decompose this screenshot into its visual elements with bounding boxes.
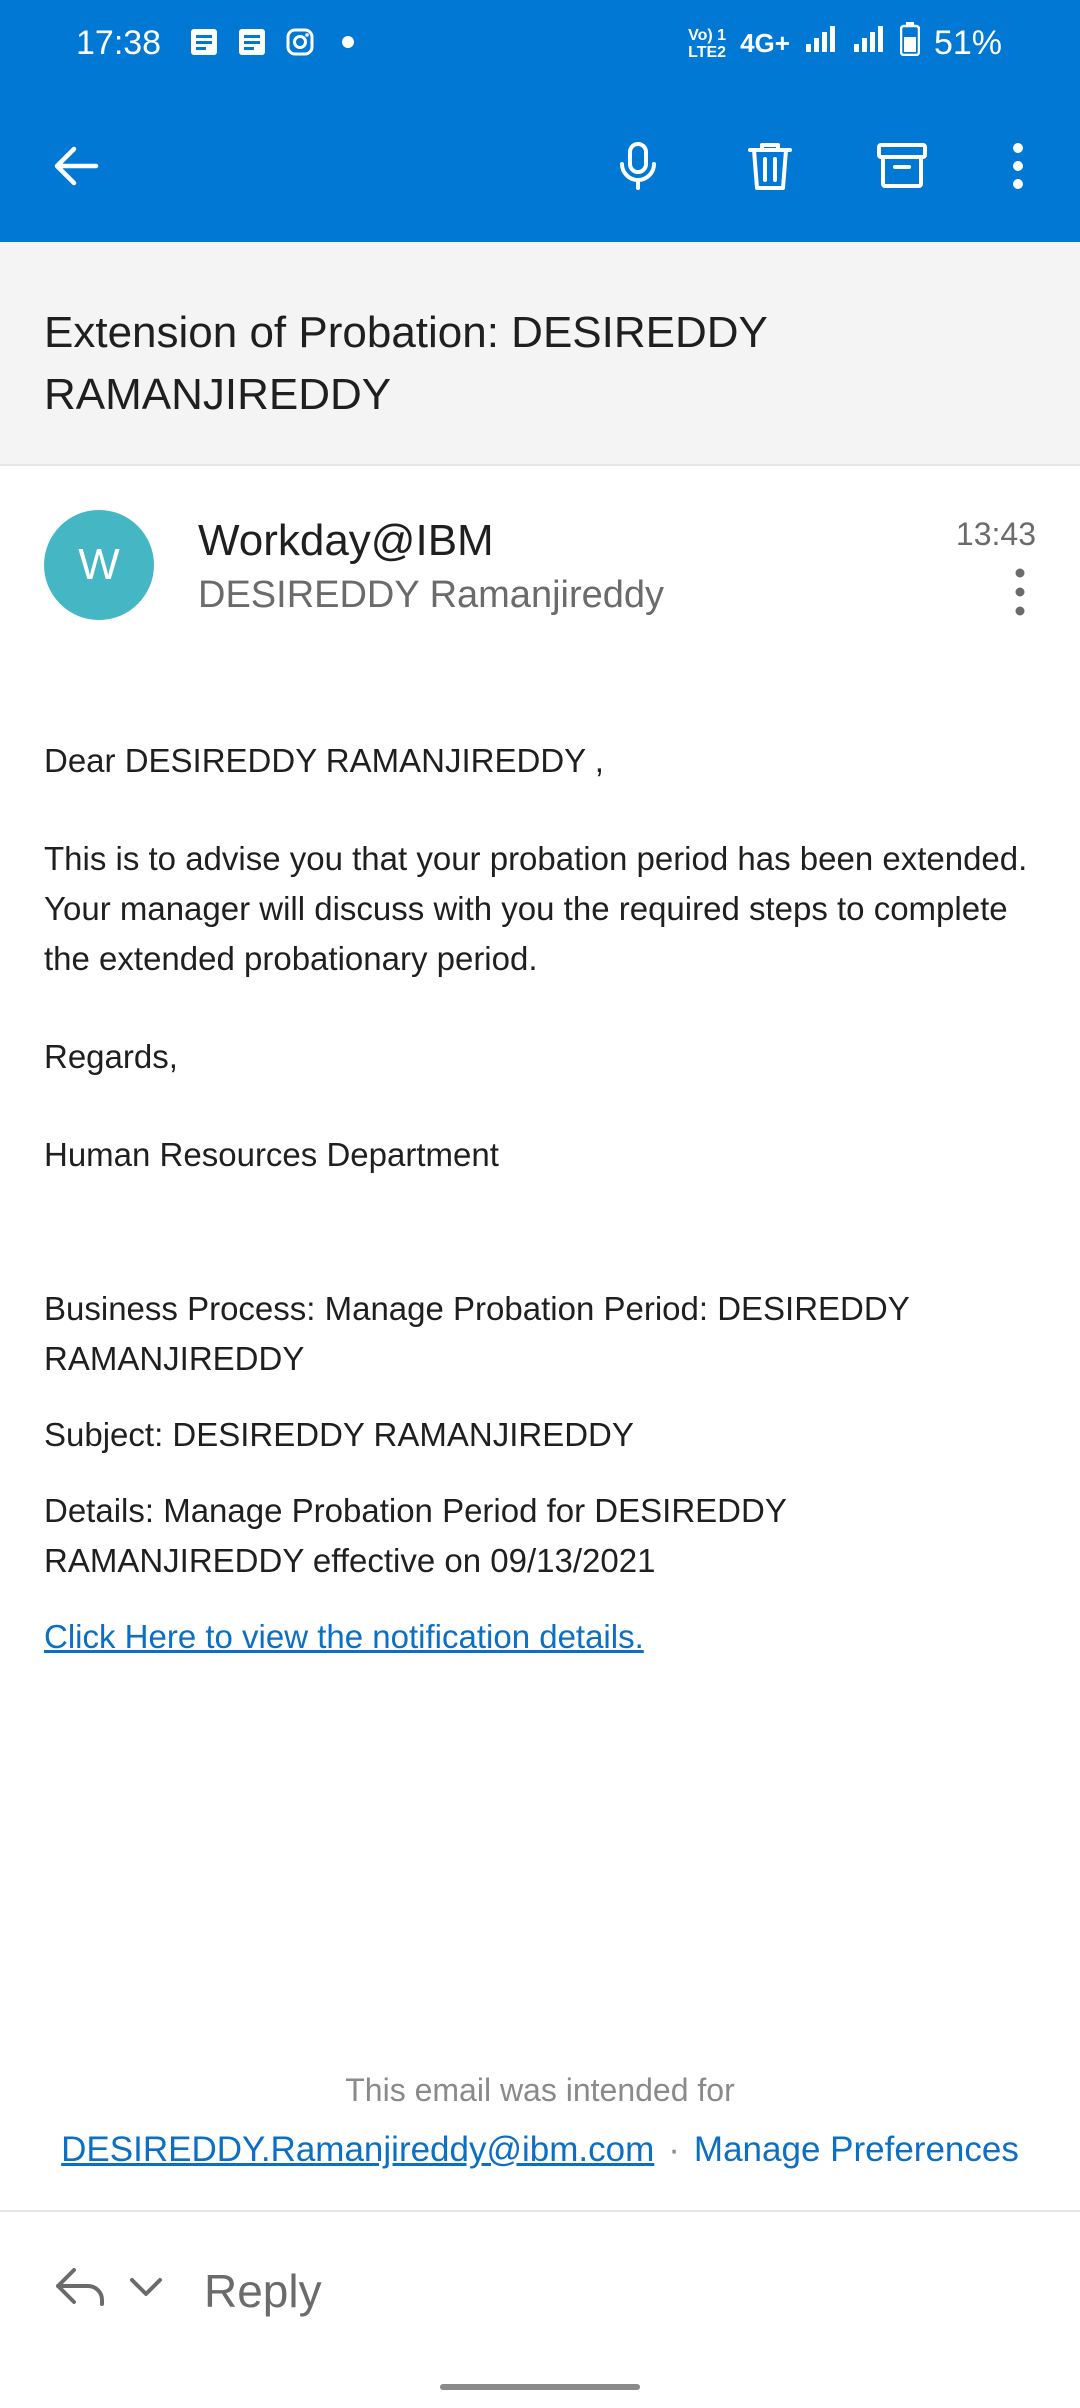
delete-button[interactable] [732,128,808,204]
email-body: Dear DESIREDDY RAMANJIREDDY , This is to… [44,736,1034,1662]
reply-icon [56,2268,104,2306]
signature: Human Resources Department [44,1136,499,1173]
recipient-email-link[interactable]: DESIREDDY.Ramanjireddy@ibm.com [61,2130,654,2169]
notification-icons [188,26,364,58]
status-time: 17:38 [76,24,162,62]
email-time: 13:43 [955,516,1036,552]
battery-icon [899,22,921,65]
sender-name: Workday@IBM [198,516,494,565]
body-paragraph: This is to advise you that your probatio… [44,840,1028,977]
subject-line: Subject: DESIREDDY RAMANJIREDDY [44,1416,634,1453]
status-bar: 17:38 Vo) 1 LTE2 4G+ 51% [0,0,1080,88]
battery-level: 51% [933,24,1002,62]
email-subject: Extension of Probation: DESIREDDY RAMANJ… [44,308,768,419]
subject-header: Extension of Probation: DESIREDDY RAMANJ… [0,242,1080,466]
regards: Regards, [44,1038,178,1075]
more-vertical-icon [1013,143,1023,189]
reply-options-button[interactable] [52,2258,166,2314]
microphone-icon [620,142,656,190]
greeting: Dear DESIREDDY RAMANJIREDDY , [44,742,604,779]
delete-icon [748,143,792,190]
document-icon [236,26,268,58]
more-vertical-icon [1015,568,1025,616]
home-indicator[interactable] [440,2384,640,2390]
back-button[interactable] [38,128,114,204]
archive-button[interactable] [864,128,940,204]
signal-icon [852,24,886,63]
business-process: Business Process: Manage Probation Perio… [44,1290,910,1377]
message-more-button[interactable] [1000,562,1040,622]
signal-icon [804,24,838,63]
sender-row[interactable]: W Workday@IBM DESIREDDY Ramanjireddy 13:… [0,466,1080,656]
reply-bar: Reply [0,2212,1080,2362]
volte-indicator: Vo) 1 LTE2 [688,26,727,61]
footer-note: This email was intended for [345,2072,735,2108]
chevron-down-icon [130,2278,162,2296]
footer-links: DESIREDDY.Ramanjireddy@ibm.com · Manage Pr… [0,2130,1080,2170]
back-arrow-icon [54,146,99,186]
archive-icon [877,143,927,188]
reply-button[interactable]: Reply [204,2264,322,2318]
dot-icon [332,26,364,58]
instagram-icon [284,26,316,58]
footer-separator: · [668,2130,680,2169]
details: Details: Manage Probation Period for DES… [44,1492,787,1579]
avatar[interactable]: W [44,510,154,620]
recipient-name: DESIREDDY Ramanjireddy [198,574,665,616]
app-bar [0,88,1080,242]
document-icon [188,26,220,58]
notification-details-link[interactable]: Click Here to view the notification deta… [44,1618,644,1655]
more-options-button[interactable] [980,128,1056,204]
status-right: Vo) 1 LTE2 4G+ 51% [688,22,1002,65]
manage-preferences-link[interactable]: Manage Preferences [694,2130,1019,2169]
dictate-button[interactable] [600,128,676,204]
network-type: 4G+ [740,28,790,58]
